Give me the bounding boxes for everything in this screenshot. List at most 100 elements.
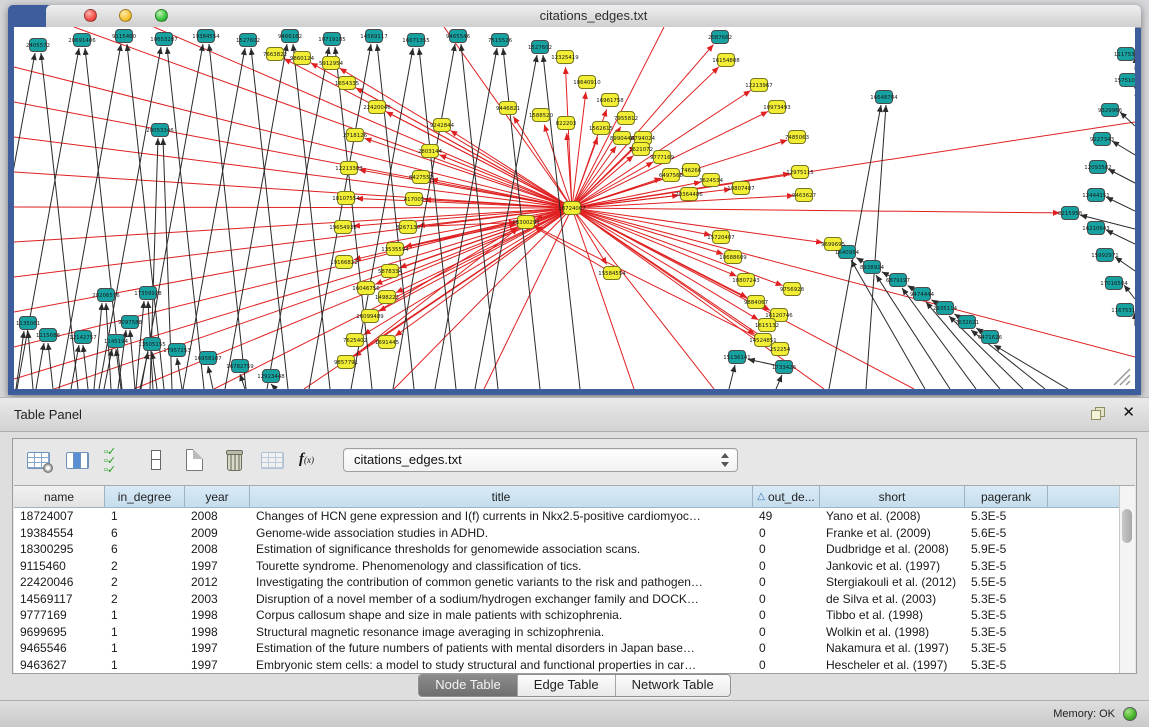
- window-titlebar[interactable]: citations_edges.txt: [46, 5, 1141, 28]
- cell-short[interactable]: Nakamura et al. (1997): [820, 640, 965, 657]
- cell-title[interactable]: Structural magnetic resonance image aver…: [250, 624, 753, 641]
- vertical-scrollbar[interactable]: [1119, 486, 1135, 673]
- tab-node-table[interactable]: Node Table: [419, 675, 518, 696]
- cell-out_degree[interactable]: 0: [753, 607, 820, 624]
- cell-pagerank[interactable]: 5.3E-5: [965, 607, 1048, 624]
- cell-year[interactable]: 1997: [185, 558, 250, 575]
- cell-year[interactable]: 1998: [185, 607, 250, 624]
- cell-pagerank[interactable]: 5.3E-5: [965, 657, 1048, 674]
- cell-in_degree[interactable]: 1: [105, 624, 185, 641]
- show-columns-icon[interactable]: [65, 448, 91, 472]
- cell-in_degree[interactable]: 1: [105, 640, 185, 657]
- cell-name[interactable]: 9465546: [14, 640, 105, 657]
- cell-year[interactable]: 2003: [185, 591, 250, 608]
- cell-year[interactable]: 2008: [185, 508, 250, 525]
- cell-name[interactable]: 18300295: [14, 541, 105, 558]
- cell-out_degree[interactable]: 0: [753, 541, 820, 558]
- cell-title[interactable]: Investigating the contribution of common…: [250, 574, 753, 591]
- cell-out_degree[interactable]: 0: [753, 657, 820, 674]
- table-row[interactable]: 1938455462009Genome-wide association stu…: [14, 525, 1135, 542]
- column-header-year[interactable]: year: [185, 486, 250, 507]
- cell-in_degree[interactable]: 1: [105, 508, 185, 525]
- cell-short[interactable]: Wolkin et al. (1998): [820, 624, 965, 641]
- cell-title[interactable]: Disruption of a novel member of a sodium…: [250, 591, 753, 608]
- table-settings-icon[interactable]: [26, 448, 52, 472]
- cell-pagerank[interactable]: 5.6E-5: [965, 525, 1048, 542]
- cell-out_degree[interactable]: 0: [753, 525, 820, 542]
- cell-in_degree[interactable]: 2: [105, 574, 185, 591]
- table-row[interactable]: 1830029562008Estimation of significance …: [14, 541, 1135, 558]
- cell-name[interactable]: 19384554: [14, 525, 105, 542]
- memory-ok-indicator[interactable]: [1123, 707, 1137, 721]
- column-header-pagerank[interactable]: pagerank: [965, 486, 1048, 507]
- column-header-in_degree[interactable]: in_degree: [105, 486, 185, 507]
- tab-edge-table[interactable]: Edge Table: [518, 675, 616, 696]
- column-header-out_degree[interactable]: △out_de...: [753, 486, 820, 507]
- column-header-name[interactable]: name: [14, 486, 105, 507]
- cell-short[interactable]: Tibbo et al. (1998): [820, 607, 965, 624]
- cell-title[interactable]: Changes of HCN gene expression and I(f) …: [250, 508, 753, 525]
- cell-title[interactable]: Tourette syndrome. Phenomenology and cla…: [250, 558, 753, 575]
- cell-short[interactable]: Dudbridge et al. (2008): [820, 541, 965, 558]
- cell-in_degree[interactable]: 2: [105, 558, 185, 575]
- cell-in_degree[interactable]: 1: [105, 657, 185, 674]
- table-row[interactable]: 1456911722003Disruption of a novel membe…: [14, 591, 1135, 608]
- cell-pagerank[interactable]: 5.9E-5: [965, 541, 1048, 558]
- cell-year[interactable]: 1997: [185, 657, 250, 674]
- cell-short[interactable]: Yano et al. (2008): [820, 508, 965, 525]
- row-checkmarks-icon[interactable]: ▫✓▫✓▫✓: [104, 448, 130, 472]
- cell-name[interactable]: 18724007: [14, 508, 105, 525]
- cell-short[interactable]: Stergiakouli et al. (2012): [820, 574, 965, 591]
- cell-in_degree[interactable]: 1: [105, 607, 185, 624]
- canvas-resize-grip[interactable]: [1114, 369, 1130, 385]
- network-canvas[interactable]: 2405572206914069115460106532871938455415…: [14, 27, 1135, 389]
- cell-year[interactable]: 2012: [185, 574, 250, 591]
- cell-year[interactable]: 1997: [185, 640, 250, 657]
- new-table-icon[interactable]: [182, 448, 208, 472]
- cell-name[interactable]: 22420046: [14, 574, 105, 591]
- cell-pagerank[interactable]: 5.3E-5: [965, 640, 1048, 657]
- cell-year[interactable]: 2008: [185, 541, 250, 558]
- cell-title[interactable]: Corpus callosum shape and size in male p…: [250, 607, 753, 624]
- scrollbar-thumb[interactable]: [1122, 509, 1132, 543]
- table-row[interactable]: 946554611997Estimation of the future num…: [14, 640, 1135, 657]
- column-header-title[interactable]: title: [250, 486, 753, 507]
- cell-year[interactable]: 1998: [185, 624, 250, 641]
- cell-out_degree[interactable]: 0: [753, 624, 820, 641]
- cell-out_degree[interactable]: 0: [753, 558, 820, 575]
- cell-out_degree[interactable]: 0: [753, 591, 820, 608]
- close-panel-icon[interactable]: ✕: [1122, 404, 1135, 422]
- table-row[interactable]: 969969511998Structural magnetic resonanc…: [14, 624, 1135, 641]
- cell-name[interactable]: 9699695: [14, 624, 105, 641]
- cell-title[interactable]: Embryonic stem cells: a model to study s…: [250, 657, 753, 674]
- cell-in_degree[interactable]: 6: [105, 541, 185, 558]
- cell-name[interactable]: 14569117: [14, 591, 105, 608]
- cell-out_degree[interactable]: 49: [753, 508, 820, 525]
- cell-in_degree[interactable]: 2: [105, 591, 185, 608]
- cell-out_degree[interactable]: 0: [753, 574, 820, 591]
- cell-short[interactable]: de Silva et al. (2003): [820, 591, 965, 608]
- cell-pagerank[interactable]: 5.3E-5: [965, 591, 1048, 608]
- column-header-short[interactable]: short: [820, 486, 965, 507]
- function-builder-icon[interactable]: f(x): [299, 448, 325, 472]
- cell-pagerank[interactable]: 5.3E-5: [965, 558, 1048, 575]
- cell-out_degree[interactable]: 0: [753, 640, 820, 657]
- cell-name[interactable]: 9463627: [14, 657, 105, 674]
- cell-name[interactable]: 9777169: [14, 607, 105, 624]
- rows-icon[interactable]: [143, 448, 169, 472]
- cell-short[interactable]: Jankovic et al. (1997): [820, 558, 965, 575]
- table-row[interactable]: 1872400712008Changes of HCN gene express…: [14, 508, 1135, 525]
- delete-table-icon[interactable]: [221, 448, 247, 472]
- network-select[interactable]: citations_edges.txt: [343, 448, 738, 472]
- cell-in_degree[interactable]: 6: [105, 525, 185, 542]
- cell-title[interactable]: Genome-wide association studies in ADHD.: [250, 525, 753, 542]
- float-panel-icon[interactable]: [1091, 407, 1105, 420]
- tab-network-table[interactable]: Network Table: [616, 675, 730, 696]
- network-graph[interactable]: 2405572206914069115460106532871938455415…: [14, 27, 1135, 389]
- cell-pagerank[interactable]: 5.3E-5: [965, 508, 1048, 525]
- table-row[interactable]: 946362711997Embryonic stem cells: a mode…: [14, 657, 1135, 674]
- table-row[interactable]: 911546021997Tourette syndrome. Phenomeno…: [14, 558, 1135, 575]
- table-row[interactable]: 977716911998Corpus callosum shape and si…: [14, 607, 1135, 624]
- cell-name[interactable]: 9115460: [14, 558, 105, 575]
- cell-pagerank[interactable]: 5.3E-5: [965, 624, 1048, 641]
